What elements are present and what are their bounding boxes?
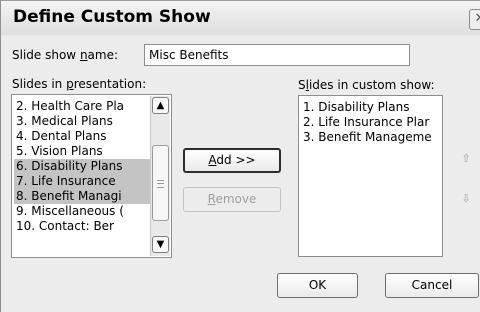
presentation-label-post: resentation: — [73, 77, 147, 91]
list-item[interactable]: 9. Miscellaneous ( — [16, 204, 152, 219]
add-button-rest: dd >> — [216, 153, 256, 167]
list-item[interactable]: 2. Health Care Pla — [16, 99, 152, 114]
chevron-up-icon[interactable]: ▲ — [152, 97, 169, 114]
show-name-label-key: n — [79, 48, 88, 62]
custom-label-pre: S — [298, 78, 306, 92]
dialog-title: Define Custom Show — [13, 7, 211, 27]
presentation-label-pre: Slides in — [12, 77, 67, 91]
list-item[interactable]: 3. Benefit Manageme — [303, 130, 441, 145]
show-name-label-pre: Slide show — [12, 48, 80, 62]
chevron-down-icon[interactable]: ▼ — [152, 236, 169, 253]
list-item[interactable]: 4. Dental Plans — [16, 129, 152, 144]
grip-icon — [157, 180, 164, 188]
presentation-slides-label: Slides in presentation: — [12, 77, 146, 91]
show-name-label: Slide show name: — [12, 48, 118, 62]
list-item[interactable]: 5. Vision Plans — [16, 144, 152, 159]
title-bar: Define Custom Show ✕ — [1, 1, 480, 35]
list-item[interactable]: 3. Medical Plans — [16, 114, 152, 129]
scrollbar-thumb[interactable] — [152, 145, 169, 221]
add-button[interactable]: Add >> — [183, 148, 281, 173]
ok-button[interactable]: OK — [277, 273, 358, 298]
define-custom-show-dialog: Define Custom Show ✕ Slide show name: Sl… — [0, 0, 480, 312]
cancel-button[interactable]: Cancel — [385, 273, 479, 298]
list-item[interactable]: 6. Disability Plans — [14, 159, 152, 174]
list-item[interactable]: 8. Benefit Managi — [14, 189, 152, 204]
list-item[interactable]: 7. Life Insurance — [14, 174, 152, 189]
show-name-input[interactable] — [144, 44, 410, 66]
arrow-down-icon[interactable]: ⇩ — [455, 189, 477, 209]
list-item[interactable]: 10. Contact: Ber — [16, 219, 152, 234]
custom-show-slides-label: Slides in custom show: — [298, 78, 435, 92]
close-icon[interactable]: ✕ — [469, 9, 480, 30]
vertical-scrollbar[interactable]: ▲ ▼ — [150, 96, 170, 256]
presentation-label-key: p — [66, 77, 74, 91]
remove-button[interactable]: Remove — [183, 187, 281, 212]
custom-label-post: ides in custom show: — [308, 78, 435, 92]
presentation-slides-list[interactable]: 2. Health Care Pla 3. Medical Plans 4. D… — [11, 94, 172, 258]
arrow-up-icon[interactable]: ⇧ — [455, 149, 477, 169]
show-name-label-post: ame: — [87, 48, 119, 62]
custom-show-slides-list[interactable]: 1. Disability Plans 2. Life Insurance Pl… — [298, 95, 443, 257]
list-item[interactable]: 1. Disability Plans — [303, 100, 441, 115]
list-item[interactable]: 2. Life Insurance Plar — [303, 115, 441, 130]
remove-button-rest: emove — [215, 192, 257, 206]
